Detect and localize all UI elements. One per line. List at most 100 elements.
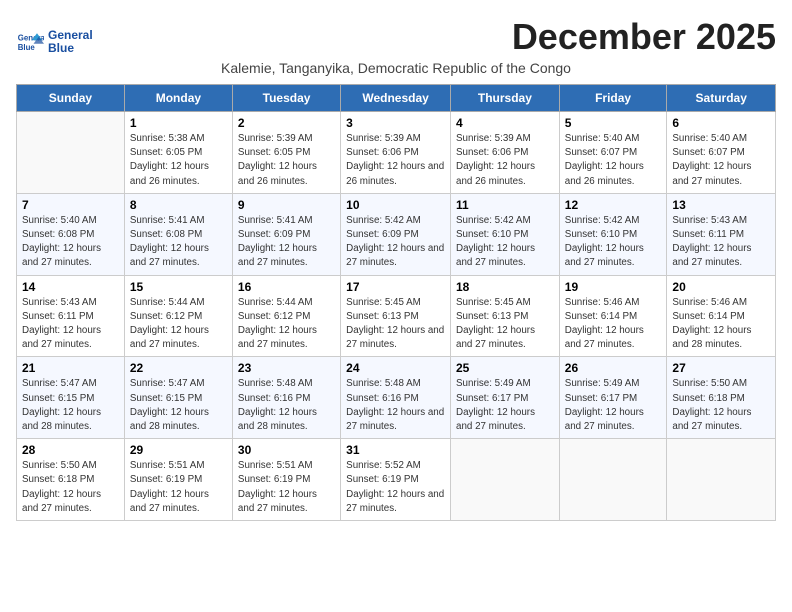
day-info: Sunrise: 5:49 AMSunset: 6:17 PMDaylight:… bbox=[565, 377, 662, 434]
calendar-day-cell: 9 Sunrise: 5:41 AMSunset: 6:09 PMDaylight… bbox=[232, 193, 340, 275]
calendar-table: SundayMondayTuesdayWednesdayThursdayFrid… bbox=[16, 84, 776, 521]
calendar-day-cell: 10Sunrise: 5:42 AMSunset: 6:09 PMDayligh… bbox=[341, 193, 451, 275]
calendar-week-row: 1 Sunrise: 5:38 AMSunset: 6:05 PMDaylight… bbox=[17, 112, 776, 194]
day-number: 8 bbox=[130, 198, 227, 212]
day-info: Sunrise: 5:41 AMSunset: 6:09 PMDaylight:… bbox=[238, 214, 335, 271]
day-info: Sunrise: 5:45 AMSunset: 6:13 PMDaylight:… bbox=[456, 296, 554, 353]
day-info: Sunrise: 5:50 AMSunset: 6:18 PMDaylight:… bbox=[672, 377, 770, 434]
day-info: Sunrise: 5:43 AMSunset: 6:11 PMDaylight:… bbox=[672, 214, 770, 271]
calendar-day-cell: 31 Sunrise: 5:52 AMSunset: 6:19 PMDayligh… bbox=[341, 439, 451, 521]
calendar-day-cell: 3 Sunrise: 5:39 AMSunset: 6:06 PMDaylight… bbox=[341, 112, 451, 194]
day-number: 15 bbox=[130, 280, 227, 294]
day-info: Sunrise: 5:43 AMSunset: 6:11 PMDaylight:… bbox=[22, 296, 119, 353]
calendar-header-row: SundayMondayTuesdayWednesdayThursdayFrid… bbox=[17, 85, 776, 112]
calendar-week-row: 28Sunrise: 5:50 AMSunset: 6:18 PMDayligh… bbox=[17, 439, 776, 521]
day-number: 31 bbox=[346, 443, 445, 457]
logo-blue: Blue bbox=[48, 42, 93, 55]
day-number: 29 bbox=[130, 443, 227, 457]
calendar-day-cell: 4 Sunrise: 5:39 AMSunset: 6:06 PMDaylight… bbox=[451, 112, 560, 194]
day-info: Sunrise: 5:40 AMSunset: 6:08 PMDaylight:… bbox=[22, 214, 119, 271]
logo-icon: General Blue bbox=[16, 28, 44, 56]
calendar-day-cell bbox=[559, 439, 667, 521]
day-of-week-header: Thursday bbox=[451, 85, 560, 112]
day-info: Sunrise: 5:52 AMSunset: 6:19 PMDaylight:… bbox=[346, 459, 445, 516]
day-number: 18 bbox=[456, 280, 554, 294]
calendar-day-cell: 23 Sunrise: 5:48 AMSunset: 6:16 PMDayligh… bbox=[232, 357, 340, 439]
calendar-day-cell: 26 Sunrise: 5:49 AMSunset: 6:17 PMDayligh… bbox=[559, 357, 667, 439]
day-info: Sunrise: 5:44 AMSunset: 6:12 PMDaylight:… bbox=[130, 296, 227, 353]
day-number: 14 bbox=[22, 280, 119, 294]
calendar-day-cell: 20 Sunrise: 5:46 AMSunset: 6:14 PMDayligh… bbox=[667, 275, 776, 357]
day-number: 2 bbox=[238, 116, 335, 130]
day-number: 3 bbox=[346, 116, 445, 130]
day-info: Sunrise: 5:47 AMSunset: 6:15 PMDaylight:… bbox=[130, 377, 227, 434]
day-info: Sunrise: 5:46 AMSunset: 6:14 PMDaylight:… bbox=[672, 296, 770, 353]
calendar-day-cell: 16 Sunrise: 5:44 AMSunset: 6:12 PMDayligh… bbox=[232, 275, 340, 357]
calendar-day-cell: 13 Sunrise: 5:43 AMSunset: 6:11 PMDayligh… bbox=[667, 193, 776, 275]
day-of-week-header: Tuesday bbox=[232, 85, 340, 112]
calendar-day-cell: 21Sunrise: 5:47 AMSunset: 6:15 PMDayligh… bbox=[17, 357, 125, 439]
calendar-day-cell: 8 Sunrise: 5:41 AMSunset: 6:08 PMDaylight… bbox=[124, 193, 232, 275]
day-number: 6 bbox=[672, 116, 770, 130]
calendar-day-cell: 22Sunrise: 5:47 AMSunset: 6:15 PMDayligh… bbox=[124, 357, 232, 439]
calendar-week-row: 14 Sunrise: 5:43 AMSunset: 6:11 PMDayligh… bbox=[17, 275, 776, 357]
day-number: 4 bbox=[456, 116, 554, 130]
calendar-day-cell: 11 Sunrise: 5:42 AMSunset: 6:10 PMDayligh… bbox=[451, 193, 560, 275]
logo: General Blue General Blue bbox=[16, 28, 93, 56]
calendar-day-cell: 27 Sunrise: 5:50 AMSunset: 6:18 PMDayligh… bbox=[667, 357, 776, 439]
day-info: Sunrise: 5:48 AMSunset: 6:16 PMDaylight:… bbox=[346, 377, 445, 434]
calendar-day-cell: 17 Sunrise: 5:45 AMSunset: 6:13 PMDayligh… bbox=[341, 275, 451, 357]
day-number: 28 bbox=[22, 443, 119, 457]
day-number: 1 bbox=[130, 116, 227, 130]
day-info: Sunrise: 5:44 AMSunset: 6:12 PMDaylight:… bbox=[238, 296, 335, 353]
day-info: Sunrise: 5:39 AMSunset: 6:06 PMDaylight:… bbox=[346, 132, 445, 189]
day-number: 25 bbox=[456, 361, 554, 375]
day-info: Sunrise: 5:48 AMSunset: 6:16 PMDaylight:… bbox=[238, 377, 335, 434]
calendar-day-cell: 28Sunrise: 5:50 AMSunset: 6:18 PMDayligh… bbox=[17, 439, 125, 521]
calendar-day-cell: 29 Sunrise: 5:51 AMSunset: 6:19 PMDayligh… bbox=[124, 439, 232, 521]
day-info: Sunrise: 5:45 AMSunset: 6:13 PMDaylight:… bbox=[346, 296, 445, 353]
calendar-day-cell bbox=[17, 112, 125, 194]
calendar-day-cell: 2 Sunrise: 5:39 AMSunset: 6:05 PMDaylight… bbox=[232, 112, 340, 194]
day-of-week-header: Sunday bbox=[17, 85, 125, 112]
day-info: Sunrise: 5:51 AMSunset: 6:19 PMDaylight:… bbox=[238, 459, 335, 516]
day-number: 10 bbox=[346, 198, 445, 212]
day-number: 11 bbox=[456, 198, 554, 212]
day-info: Sunrise: 5:38 AMSunset: 6:05 PMDaylight:… bbox=[130, 132, 227, 189]
day-info: Sunrise: 5:42 AMSunset: 6:10 PMDaylight:… bbox=[565, 214, 662, 271]
day-number: 20 bbox=[672, 280, 770, 294]
day-of-week-header: Friday bbox=[559, 85, 667, 112]
calendar-day-cell: 14 Sunrise: 5:43 AMSunset: 6:11 PMDayligh… bbox=[17, 275, 125, 357]
day-info: Sunrise: 5:41 AMSunset: 6:08 PMDaylight:… bbox=[130, 214, 227, 271]
day-number: 17 bbox=[346, 280, 445, 294]
day-info: Sunrise: 5:40 AMSunset: 6:07 PMDaylight:… bbox=[672, 132, 770, 189]
day-info: Sunrise: 5:39 AMSunset: 6:06 PMDaylight:… bbox=[456, 132, 554, 189]
day-number: 27 bbox=[672, 361, 770, 375]
day-info: Sunrise: 5:39 AMSunset: 6:05 PMDaylight:… bbox=[238, 132, 335, 189]
day-number: 9 bbox=[238, 198, 335, 212]
day-number: 5 bbox=[565, 116, 662, 130]
calendar-day-cell: 19Sunrise: 5:46 AMSunset: 6:14 PMDayligh… bbox=[559, 275, 667, 357]
calendar-day-cell: 12 Sunrise: 5:42 AMSunset: 6:10 PMDayligh… bbox=[559, 193, 667, 275]
svg-text:Blue: Blue bbox=[18, 43, 36, 52]
day-info: Sunrise: 5:51 AMSunset: 6:19 PMDaylight:… bbox=[130, 459, 227, 516]
calendar-day-cell bbox=[451, 439, 560, 521]
day-number: 7 bbox=[22, 198, 119, 212]
day-number: 23 bbox=[238, 361, 335, 375]
day-of-week-header: Monday bbox=[124, 85, 232, 112]
calendar-week-row: 21 Sunrise: 5:47 AMSunset: 6:15 PMDayligh… bbox=[17, 357, 776, 439]
calendar-body: 1 Sunrise: 5:38 AMSunset: 6:05 PMDaylight… bbox=[17, 112, 776, 521]
day-number: 21 bbox=[22, 361, 119, 375]
calendar-day-cell: 15 Sunrise: 5:44 AMSunset: 6:12 PMDayligh… bbox=[124, 275, 232, 357]
day-number: 26 bbox=[565, 361, 662, 375]
location-subtitle: Kalemie, Tanganyika, Democratic Republic… bbox=[16, 60, 776, 76]
calendar-day-cell: 25 Sunrise: 5:49 AMSunset: 6:17 PMDayligh… bbox=[451, 357, 560, 439]
day-info: Sunrise: 5:42 AMSunset: 6:10 PMDaylight:… bbox=[456, 214, 554, 271]
day-number: 13 bbox=[672, 198, 770, 212]
day-number: 16 bbox=[238, 280, 335, 294]
day-number: 12 bbox=[565, 198, 662, 212]
day-info: Sunrise: 5:49 AMSunset: 6:17 PMDaylight:… bbox=[456, 377, 554, 434]
calendar-day-cell bbox=[667, 439, 776, 521]
day-info: Sunrise: 5:40 AMSunset: 6:07 PMDaylight:… bbox=[565, 132, 662, 189]
calendar-day-cell: 6 Sunrise: 5:40 AMSunset: 6:07 PMDaylight… bbox=[667, 112, 776, 194]
